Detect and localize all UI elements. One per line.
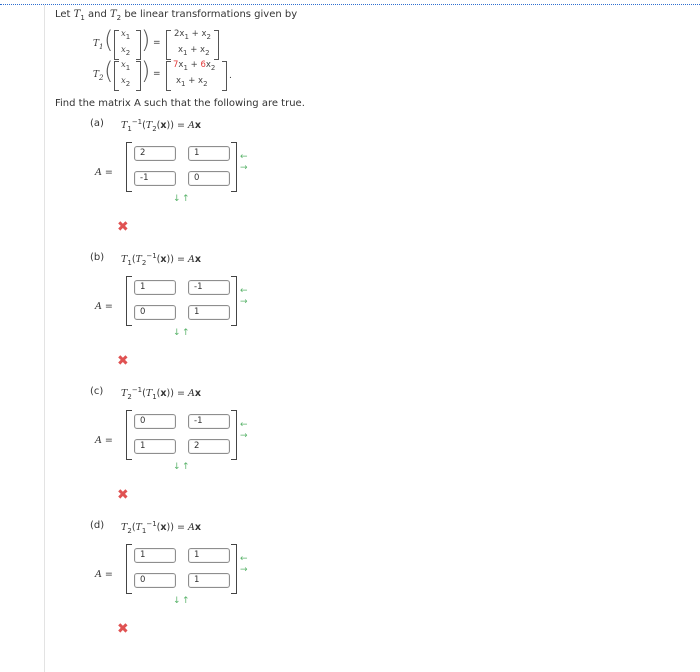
matrix-a-label: A =: [95, 167, 113, 178]
add-column-arrow-icon[interactable]: →: [240, 164, 248, 173]
result-row-1: 7x1 + 6x2: [173, 60, 216, 72]
add-row-arrow-icon[interactable]: ↓: [173, 195, 181, 204]
equals-sign: =: [153, 38, 161, 48]
open-paren: (: [104, 57, 114, 85]
matrix-cell-r2c1[interactable]: 0: [134, 305, 176, 320]
remove-row-arrow-icon[interactable]: ↑: [182, 195, 190, 204]
left-border: [44, 5, 45, 672]
matrix-cell-r1c2[interactable]: -1: [188, 414, 230, 429]
matrix-cell-r2c1[interactable]: 0: [134, 573, 176, 588]
matrix-cell-r2c2[interactable]: 1: [188, 305, 230, 320]
matrix-cell-r2c2[interactable]: 2: [188, 439, 230, 454]
matrix-cell-r2c1[interactable]: 1: [134, 439, 176, 454]
result-row-2: x1 + x2: [178, 45, 210, 57]
top-divider: [0, 4, 700, 5]
t2-name: T2: [93, 70, 104, 82]
matrix-cell-r1c2[interactable]: -1: [188, 280, 230, 295]
result-row-2: x1 + x2: [176, 76, 208, 88]
add-row-arrow-icon[interactable]: ↓: [173, 329, 181, 338]
t1-name: T1: [93, 39, 104, 51]
equals-sign: =: [153, 69, 161, 79]
matrix-bracket-left: [126, 142, 132, 192]
incorrect-icon: ✖: [117, 353, 129, 369]
part-equation: T2(T1−1(x)) = Ax: [121, 520, 201, 535]
matrix-cell-r1c1[interactable]: 1: [134, 548, 176, 563]
matrix-bracket-right: [231, 410, 237, 460]
remove-column-arrow-icon[interactable]: ←: [240, 555, 248, 564]
matrix-cell-r1c2[interactable]: 1: [188, 146, 230, 161]
matrix-bracket-left: [126, 276, 132, 326]
result-bracket-right: [222, 61, 227, 91]
vector-bracket-left: [114, 61, 119, 91]
matrix-bracket-right: [231, 276, 237, 326]
matrix-bracket-left: [126, 544, 132, 594]
matrix-bracket-left: [126, 410, 132, 460]
matrix-a-label: A =: [95, 301, 113, 312]
part-label: (c): [90, 386, 104, 397]
vector-entry-x2: x2: [121, 45, 131, 57]
matrix-cell-r1c1[interactable]: 1: [134, 280, 176, 295]
part-equation: T1−1(T2(x)) = Ax: [121, 118, 201, 133]
add-column-arrow-icon[interactable]: →: [240, 432, 248, 441]
matrix-cell-r1c2[interactable]: 1: [188, 548, 230, 563]
matrix-a-label: A =: [95, 435, 113, 446]
intro-text: Let T1 and T2 be linear transformations …: [55, 9, 298, 22]
vector-bracket-left: [114, 30, 119, 60]
remove-column-arrow-icon[interactable]: ←: [240, 153, 248, 162]
matrix-cell-r2c2[interactable]: 1: [188, 573, 230, 588]
vector-entry-x2: x2: [121, 76, 131, 88]
period: .: [229, 71, 232, 81]
matrix-bracket-right: [231, 142, 237, 192]
remove-row-arrow-icon[interactable]: ↑: [182, 329, 190, 338]
part-equation: T1(T2−1(x)) = Ax: [121, 252, 201, 267]
result-row-1: 2x1 + x2: [174, 29, 211, 41]
remove-column-arrow-icon[interactable]: ←: [240, 287, 248, 296]
incorrect-icon: ✖: [117, 621, 129, 637]
part-label: (b): [90, 252, 105, 263]
remove-row-arrow-icon[interactable]: ↑: [182, 597, 190, 606]
matrix-cell-r1c1[interactable]: 0: [134, 414, 176, 429]
add-row-arrow-icon[interactable]: ↓: [173, 597, 181, 606]
matrix-cell-r1c1[interactable]: 2: [134, 146, 176, 161]
remove-row-arrow-icon[interactable]: ↑: [182, 463, 190, 472]
result-bracket-left: [166, 61, 171, 91]
part-label: (a): [90, 118, 104, 129]
incorrect-icon: ✖: [117, 219, 129, 235]
add-column-arrow-icon[interactable]: →: [240, 298, 248, 307]
instruction-text: Find the matrix A such that the followin…: [55, 98, 305, 109]
vector-entry-x1: x1: [121, 60, 131, 72]
vector-entry-x1: x1: [121, 29, 131, 41]
matrix-a-label: A =: [95, 569, 113, 580]
result-bracket-left: [166, 30, 171, 60]
result-bracket-right: [214, 30, 219, 60]
part-equation: T2−1(T1(x)) = Ax: [121, 386, 201, 401]
incorrect-icon: ✖: [117, 487, 129, 503]
matrix-cell-r2c2[interactable]: 0: [188, 171, 230, 186]
part-label: (d): [90, 520, 105, 531]
add-row-arrow-icon[interactable]: ↓: [173, 463, 181, 472]
remove-column-arrow-icon[interactable]: ←: [240, 421, 248, 430]
close-paren: ): [141, 26, 151, 54]
add-column-arrow-icon[interactable]: →: [240, 566, 248, 575]
matrix-bracket-right: [231, 544, 237, 594]
open-paren: (: [104, 26, 114, 54]
matrix-cell-r2c1[interactable]: -1: [134, 171, 176, 186]
close-paren: ): [141, 57, 151, 85]
